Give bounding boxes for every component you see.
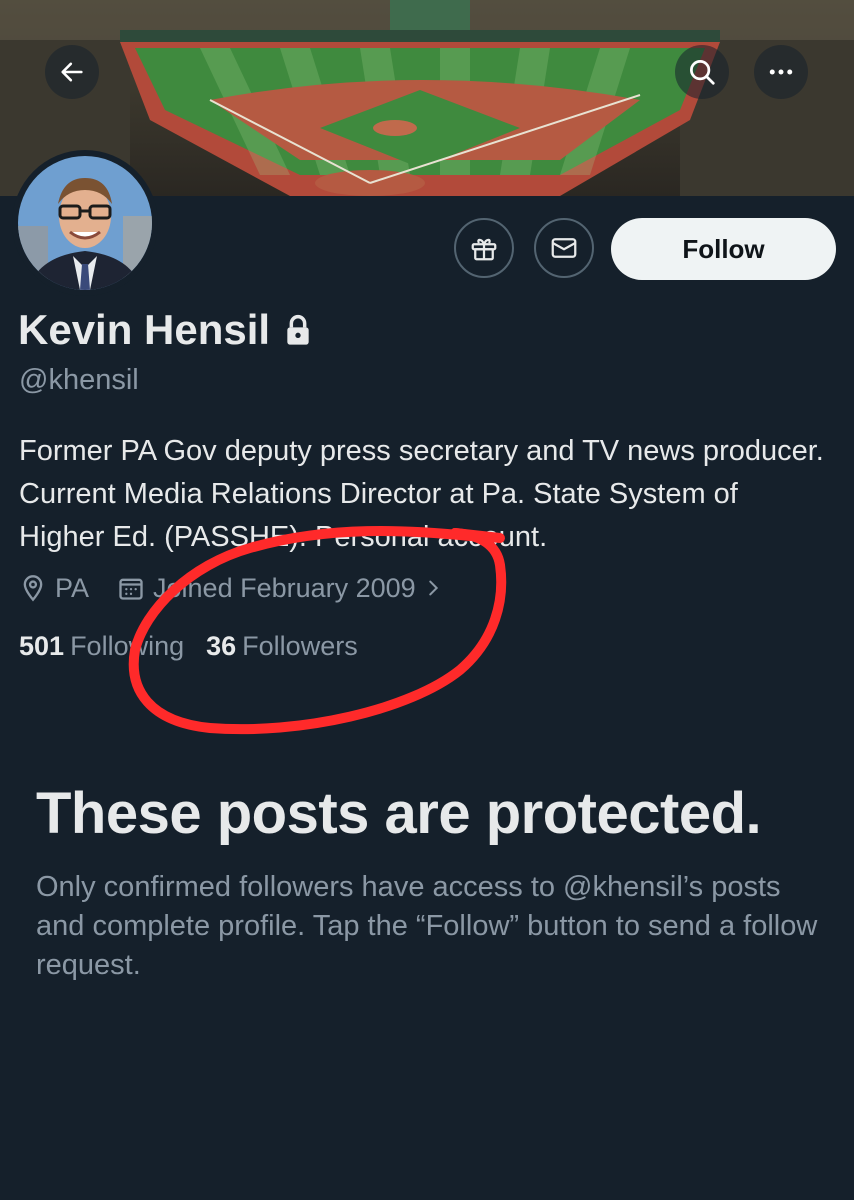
following-count[interactable]: 501 [19, 631, 64, 662]
display-name: Kevin Hensil [18, 306, 271, 353]
display-name-row: Kevin Hensil [18, 306, 312, 354]
followers-label[interactable]: Followers [242, 631, 358, 662]
envelope-icon [551, 238, 577, 258]
gift-button[interactable] [454, 218, 514, 278]
location-text: PA [55, 572, 90, 603]
joined-text: Joined February 2009 [153, 572, 416, 603]
lock-icon [284, 314, 312, 346]
back-button[interactable] [45, 45, 99, 99]
gift-icon [471, 238, 497, 261]
user-handle: @khensil [19, 364, 139, 396]
protected-message: Only confirmed followers have access to … [36, 871, 818, 981]
joined-item[interactable]: Joined February 2009 [117, 573, 452, 604]
profile-meta: PA Joined February 2009 [19, 568, 480, 608]
follow-button[interactable]: Follow [611, 218, 836, 280]
location-pin-icon [23, 575, 43, 602]
protected-title: These posts are protected. [36, 781, 762, 846]
follow-stats: 501 Following 36 Followers [19, 626, 380, 666]
following-label[interactable]: Following [70, 631, 184, 662]
calendar-icon [119, 578, 143, 600]
message-button[interactable] [534, 218, 594, 278]
avatar-image [18, 156, 152, 290]
more-button[interactable] [754, 45, 808, 99]
more-icon [769, 69, 793, 75]
profile-bio: Former PA Gov deputy press secretary and… [19, 435, 824, 553]
chevron-right-icon [428, 580, 438, 596]
search-button[interactable] [675, 45, 729, 99]
avatar[interactable] [12, 150, 158, 296]
back-arrow-icon [61, 62, 83, 82]
location-item: PA [19, 573, 89, 604]
followers-count[interactable]: 36 [206, 631, 236, 662]
search-icon [690, 60, 715, 85]
